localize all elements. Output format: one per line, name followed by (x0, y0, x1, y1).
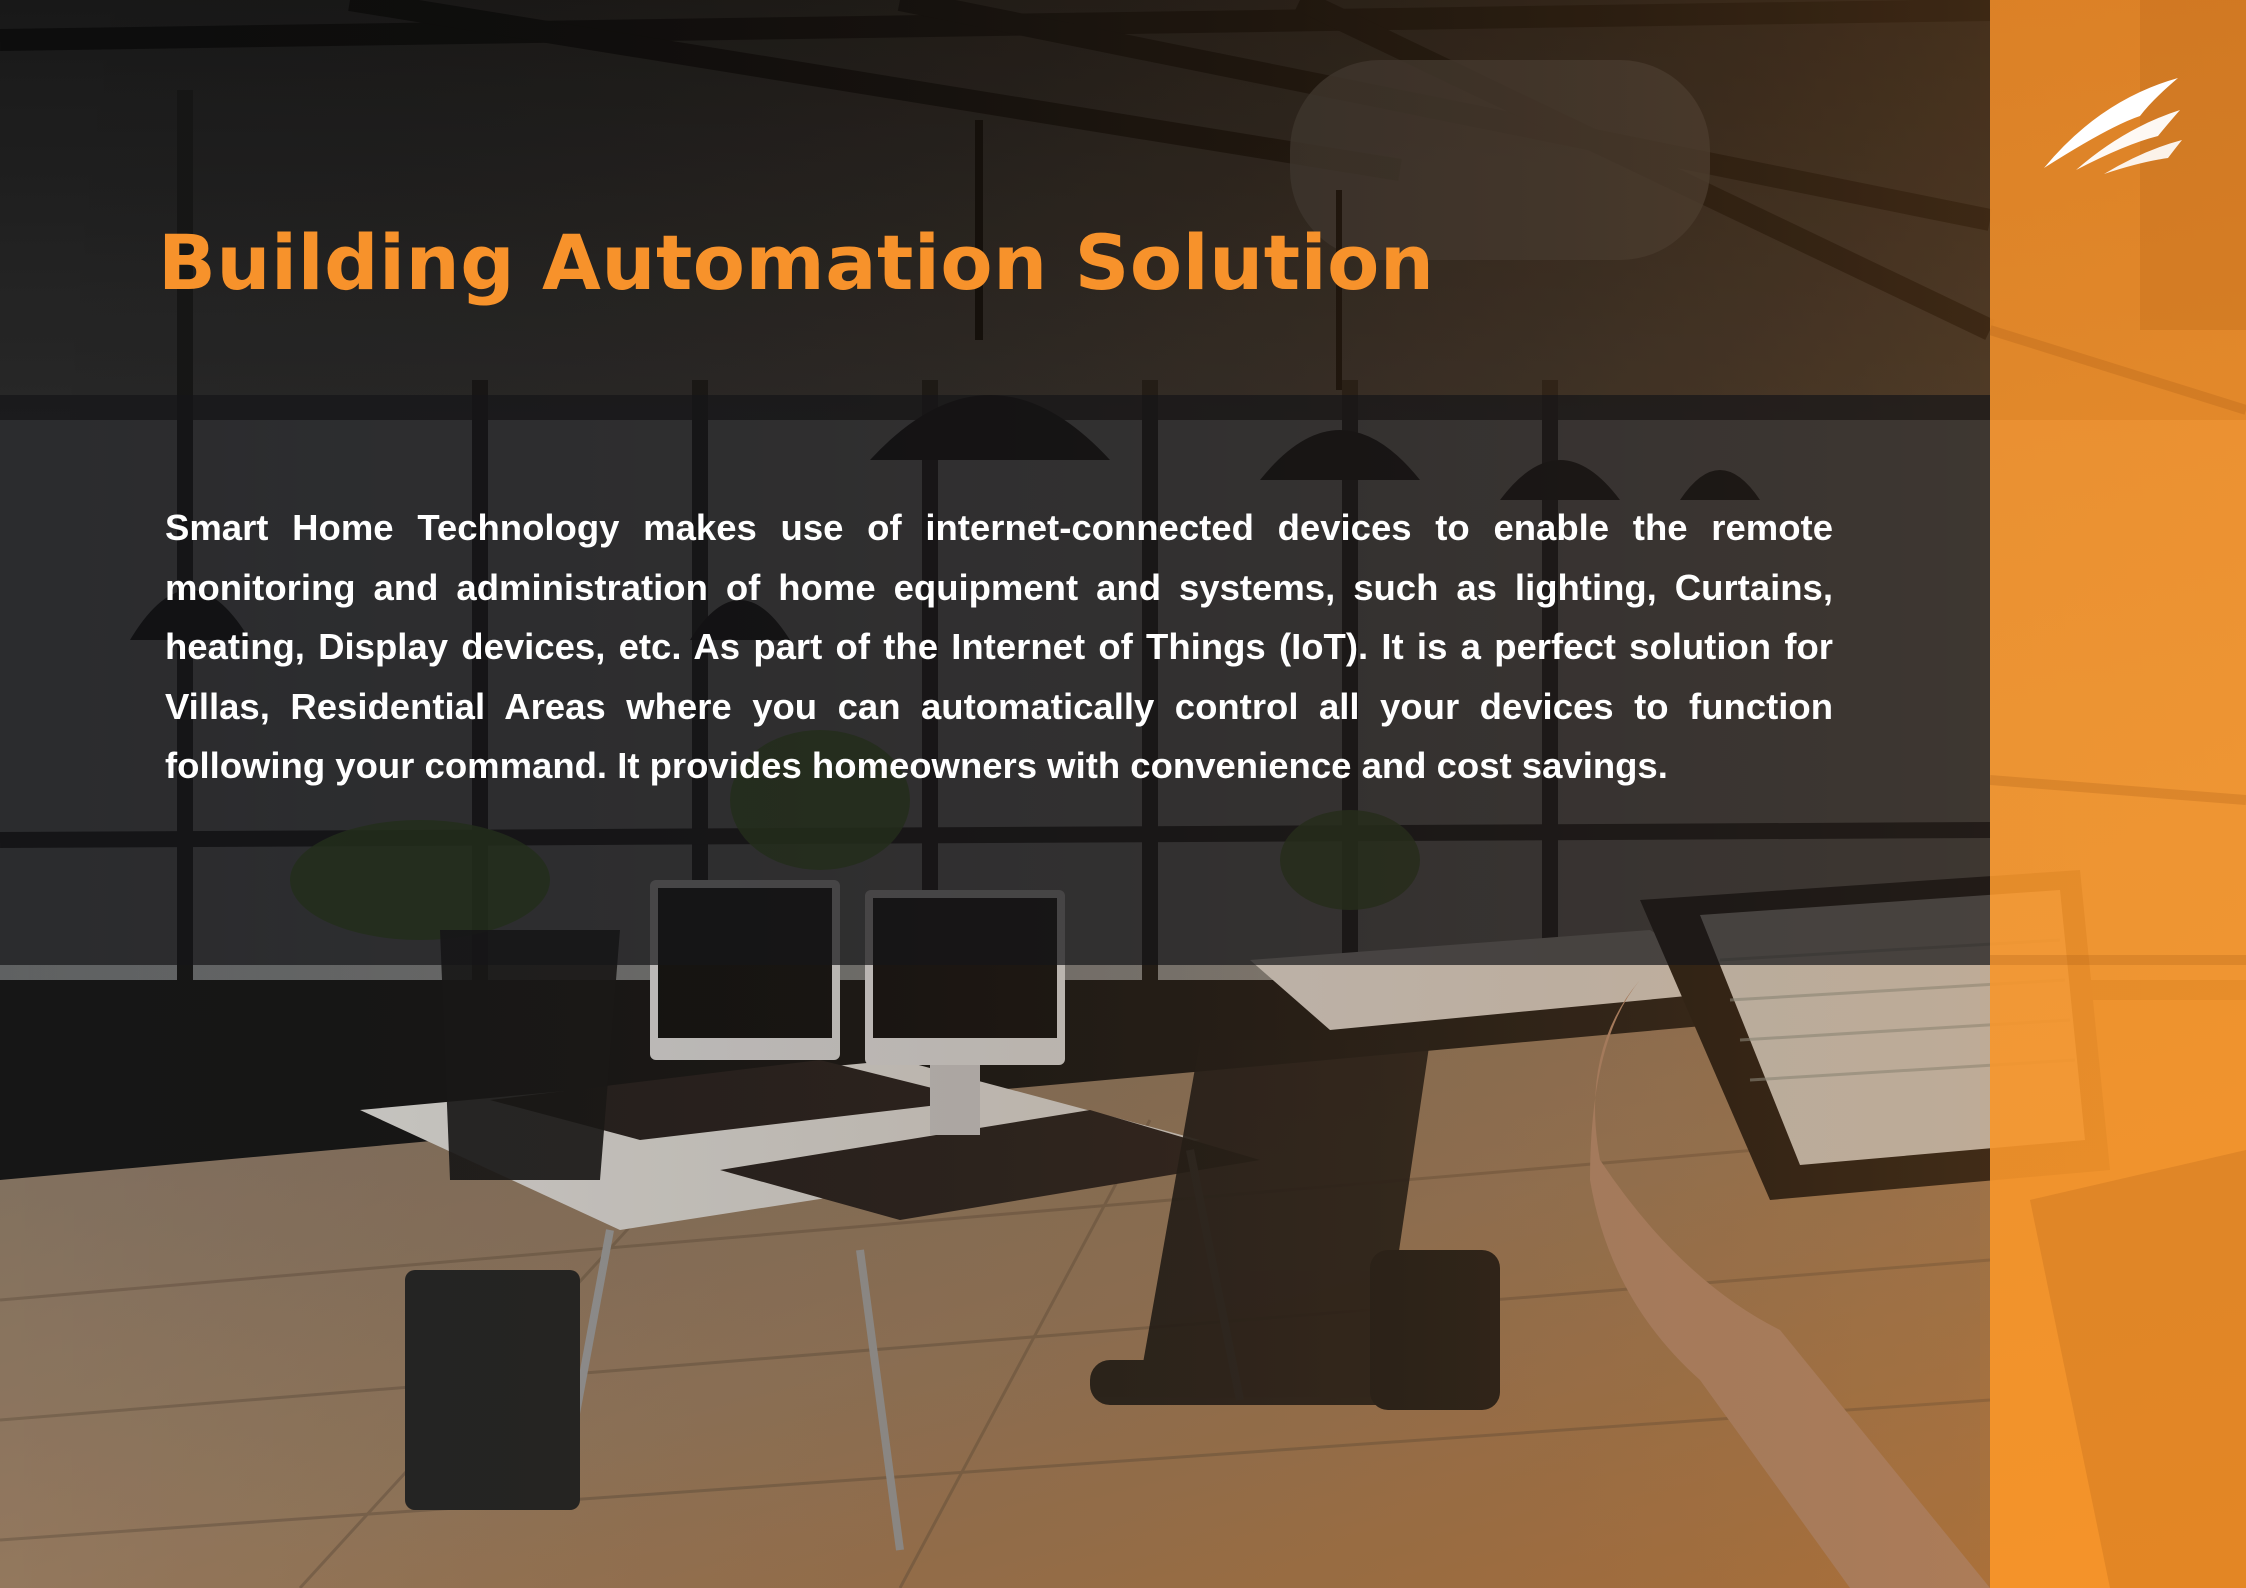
brochure-page: Building Automation Solution Smart Home … (0, 0, 2246, 1588)
orange-side-strip (1990, 0, 2246, 1588)
swoosh-wing-logo-icon (2044, 78, 2182, 174)
strip-texture (1990, 0, 2246, 1588)
body-paragraph: Smart Home Technology makes use of inter… (165, 507, 1833, 786)
page-title: Building Automation Solution (158, 218, 1435, 307)
